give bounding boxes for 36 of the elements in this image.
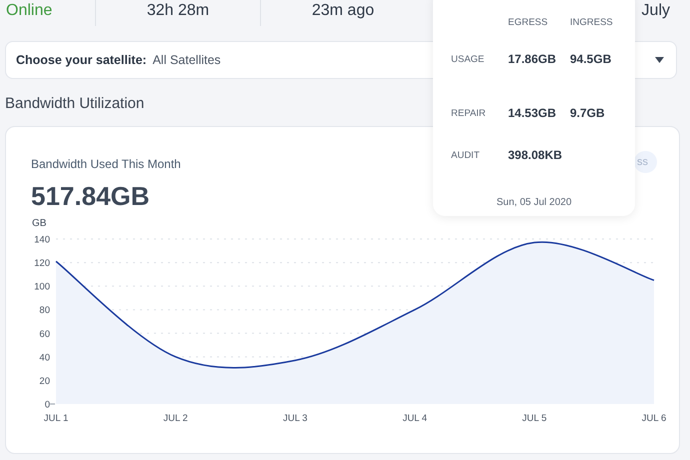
y-tick-label: 120 <box>34 258 50 270</box>
status-text: Online <box>6 2 52 20</box>
column-header: INGRESS <box>570 16 613 28</box>
stat-value: 23m ago <box>312 2 374 20</box>
column-header: EGRESS <box>508 16 548 28</box>
axis-unit: GB <box>32 218 46 229</box>
x-tick-label: JUL 1 <box>44 413 68 424</box>
tooltip-date: Sun, 05 Jul 2020 <box>496 197 572 208</box>
x-tick-label: JUL 6 <box>642 413 666 424</box>
y-tick-label: 100 <box>34 282 50 293</box>
row-label: AUDIT <box>451 150 480 160</box>
y-tick-label: 80 <box>39 305 50 316</box>
tooltip-value: 17.86GB <box>508 52 556 66</box>
y-tick-label: 0 <box>44 400 50 410</box>
x-tick-label: JUL 2 <box>163 413 188 424</box>
x-tick-label: JUL 5 <box>522 413 547 424</box>
total-value: 517.84GB <box>31 181 150 212</box>
y-tick-label: 40 <box>39 352 50 364</box>
x-tick-label: JUL 4 <box>402 413 428 424</box>
stat-value: 32h 28m <box>146 2 210 20</box>
row-label: REPAIR <box>451 108 486 118</box>
row-label: USAGE <box>451 54 484 64</box>
tooltip-value: 398.08KB <box>508 148 562 162</box>
dropdown-label: Choose your satellite: <box>16 53 147 67</box>
section-title: Bandwidth Utilization <box>5 95 144 112</box>
x-tick-label: JUL 3 <box>282 413 308 424</box>
tooltip-value: 94.5GB <box>570 52 612 66</box>
caret-icon <box>655 57 664 63</box>
y-tick-label: 20 <box>39 376 50 387</box>
stat-value: July <box>642 2 670 20</box>
tooltip-value: 14.53GB <box>508 106 556 120</box>
tooltip-value: 9.7GB <box>570 106 605 120</box>
y-tick-label: 60 <box>39 328 50 340</box>
card-title: Bandwidth Used This Month <box>31 157 181 171</box>
dropdown-value: All Satellites <box>152 53 221 67</box>
y-tick-label: 140 <box>34 234 50 246</box>
